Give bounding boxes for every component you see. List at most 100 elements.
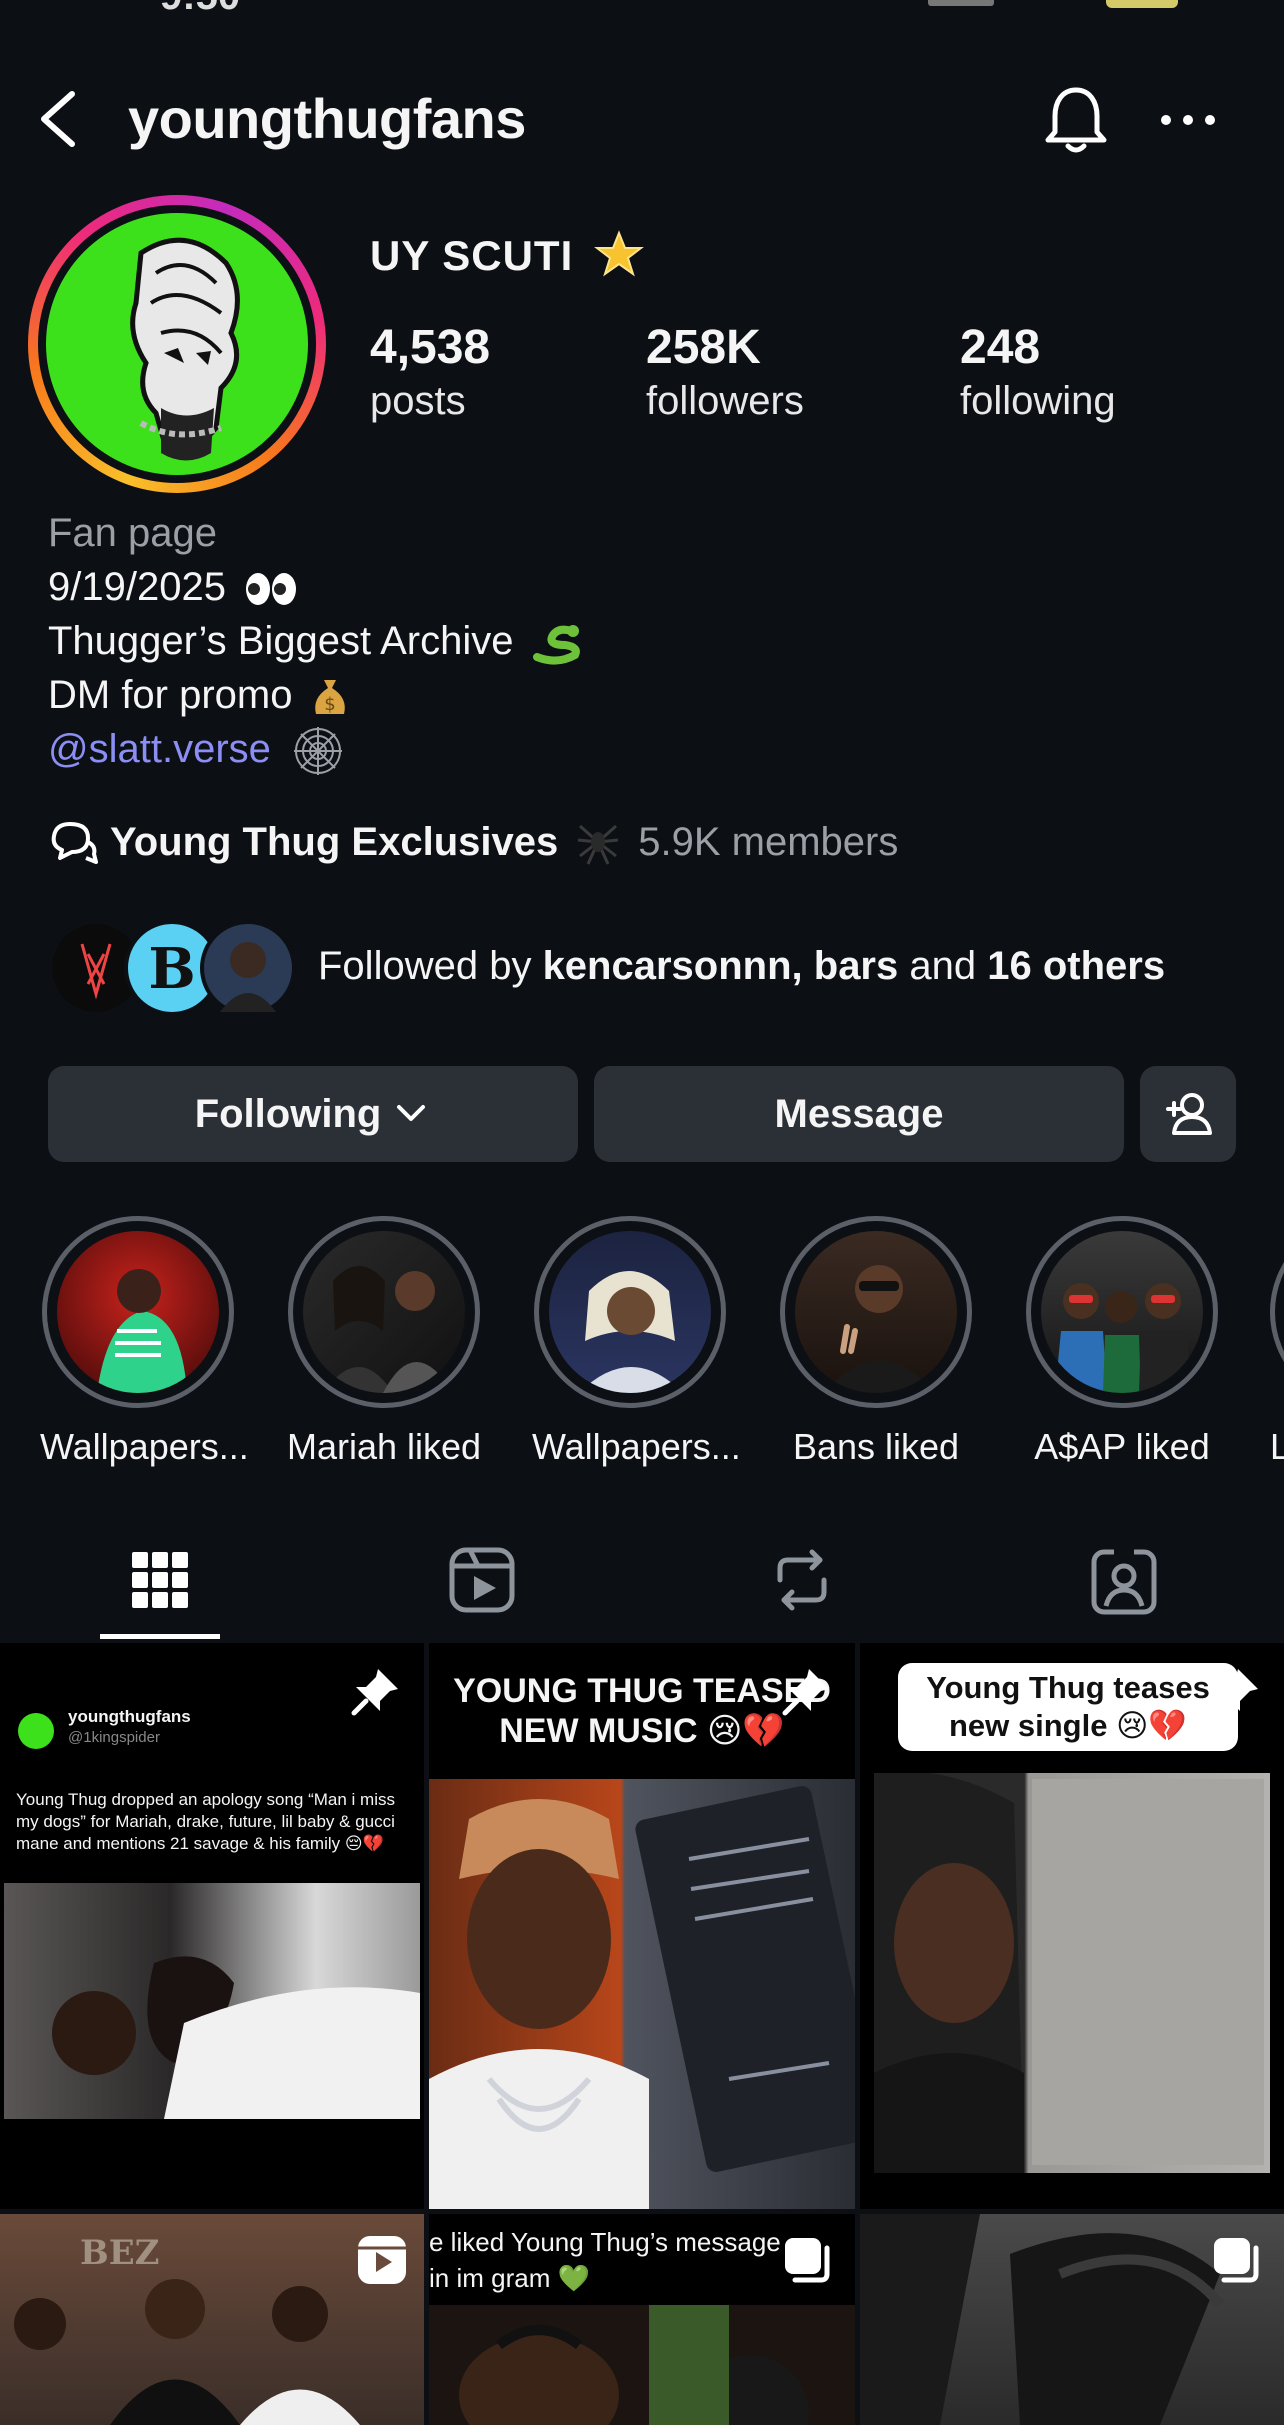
bio-line: @slatt.verse: [48, 722, 583, 777]
followed-prefix: Followed by: [318, 943, 543, 988]
reposts-tab-icon[interactable]: [762, 1540, 842, 1620]
reel-icon: [358, 2236, 406, 2284]
profile-tabs: [0, 1516, 1284, 1640]
followed-by[interactable]: B Followed by kencarsonnn, bars and 16 o…: [48, 916, 1165, 1016]
bio-text: DM for promo: [48, 673, 293, 717]
stat-following[interactable]: 248 following: [960, 320, 1116, 424]
chevron-down-icon: [397, 1105, 426, 1121]
story-highlight[interactable]: Mariah liked: [286, 1216, 482, 1468]
notification-bell-icon[interactable]: [1040, 80, 1112, 160]
display-name: UY SCUTI: [370, 230, 644, 280]
message-button[interactable]: Message: [594, 1066, 1124, 1162]
highlight-cover: [579, 1271, 683, 1393]
stat-value: 4,538: [370, 321, 491, 374]
pinned-icon: [1211, 1669, 1258, 1716]
post-image: [4, 1883, 420, 2119]
highlight-cover: [825, 1265, 935, 1393]
snake-emoji-icon: [532, 625, 580, 665]
post-tile[interactable]: youngthugfans @1kingspider Young Thug dr…: [0, 1643, 424, 2209]
followed-names: kencarsonnn, bars: [542, 943, 899, 988]
post-tile[interactable]: BEZ: [0, 2214, 424, 2425]
stat-label: followers: [646, 379, 804, 423]
post-image: [429, 2305, 855, 2425]
post-tile[interactable]: YOUNG THUG TEASED NEW MUSIC 😢💔: [429, 1643, 855, 2209]
signal-icon: [928, 0, 994, 6]
mutual-followers-avatars: B: [48, 916, 298, 1016]
story-highlight[interactable]: A$AP liked: [1024, 1216, 1220, 1468]
battery-icon: [1106, 0, 1178, 8]
post-tile[interactable]: Young Thug teases new single 😢💔: [860, 1643, 1284, 2209]
channel-chat-icon: [51, 822, 98, 864]
svg-text:BEZ: BEZ: [80, 2233, 159, 2273]
back-arrow-icon[interactable]: [30, 84, 90, 154]
profile-header: youngthugfans: [0, 70, 1284, 170]
highlight-cover: [1055, 1283, 1191, 1393]
carousel-icon: [785, 2238, 830, 2283]
active-tab-indicator: [100, 1634, 220, 1639]
post-tile[interactable]: e liked Young Thug’s message in im gram …: [429, 2214, 855, 2425]
spider-web-icon: [294, 727, 343, 776]
stat-label: following: [960, 379, 1116, 423]
display-name-text: UY SCUTI: [370, 232, 574, 279]
post-headline: Young Thug teases new single 😢💔: [898, 1663, 1238, 1751]
stat-followers[interactable]: 258K followers: [646, 320, 804, 424]
more-options-icon[interactable]: [1158, 100, 1218, 140]
add-person-icon: [1166, 1093, 1212, 1135]
carousel-icon: [1214, 2238, 1259, 2283]
pinned-icon: [782, 1669, 829, 1716]
pinned-icon: [351, 1669, 398, 1716]
followed-and: and: [898, 943, 988, 988]
story-highlight[interactable]: Wallpapers...: [532, 1216, 741, 1468]
highlight-label: Wallpapers...: [40, 1426, 249, 1467]
story-highlight[interactable]: Wallpapers...: [40, 1216, 249, 1468]
post-author-name: youngthugfans: [68, 1707, 191, 1726]
profile-avatar[interactable]: [28, 195, 326, 493]
svg-text:$: $: [324, 694, 335, 715]
highlight-label: LC: [1270, 1426, 1284, 1467]
suggested-users-button[interactable]: [1140, 1066, 1236, 1162]
bio-date: 9/19/2025: [48, 565, 226, 609]
spider-emoji-icon: [578, 824, 619, 865]
status-time: 9:50: [160, 0, 240, 19]
highlight-label: A$AP liked: [1034, 1426, 1210, 1467]
money-bag-emoji-icon: $: [314, 680, 345, 715]
followed-by-text: Followed by kencarsonnn, bars and 16 oth…: [318, 944, 1165, 989]
svg-text:B: B: [148, 936, 195, 1002]
story-highlight[interactable]: Bans liked: [778, 1216, 974, 1468]
highlight-label: Wallpapers...: [532, 1426, 741, 1467]
message-button-label: Message: [774, 1091, 944, 1136]
grid-tab-icon[interactable]: [120, 1540, 200, 1620]
post-caption: Young Thug dropped an apology song “Man …: [16, 1790, 395, 1853]
channel-name: Young Thug Exclusives: [110, 819, 559, 864]
stat-label: posts: [370, 379, 466, 423]
post-tile[interactable]: [860, 2214, 1284, 2425]
reels-tab-icon[interactable]: [442, 1540, 522, 1620]
following-button[interactable]: Following: [48, 1066, 578, 1162]
bio-line: Thugger’s Biggest Archive: [48, 614, 583, 668]
followed-others: 16 others: [987, 943, 1166, 988]
profile-bio: Fan page 9/19/2025 Thugger’s Biggest Arc…: [48, 506, 583, 777]
highlight-cover: [323, 1266, 453, 1393]
mutual-avatar: [200, 920, 296, 1016]
stat-value: 248: [960, 321, 1041, 374]
stat-posts[interactable]: 4,538 posts: [370, 320, 490, 424]
highlight-cover: [97, 1269, 187, 1393]
post-image: [874, 1771, 1270, 2173]
stat-value: 258K: [646, 321, 761, 374]
post-author-handle: @1kingspider: [68, 1729, 160, 1746]
post-author-avatar: [18, 1713, 54, 1749]
posts-grid: youngthugfans @1kingspider Young Thug dr…: [0, 1643, 1284, 2425]
avatar-illustration: [130, 237, 240, 461]
profile-username: youngthugfans: [128, 87, 526, 150]
highlight-label: Mariah liked: [286, 1426, 482, 1467]
post-image: [429, 1779, 855, 2209]
bio-line: DM for promo $: [48, 668, 583, 722]
bio-line: 9/19/2025: [48, 560, 583, 614]
story-highlight[interactable]: LC: [1270, 1216, 1284, 1468]
broadcast-channel[interactable]: Young Thug Exclusives 5.9K members: [48, 812, 898, 872]
tagged-tab-icon[interactable]: [1084, 1540, 1164, 1620]
glowing-star-icon: [593, 230, 644, 277]
bio-link[interactable]: @slatt.verse: [48, 727, 271, 771]
channel-members: 5.9K members: [638, 819, 899, 864]
status-bar: 9:50: [0, 0, 1284, 18]
